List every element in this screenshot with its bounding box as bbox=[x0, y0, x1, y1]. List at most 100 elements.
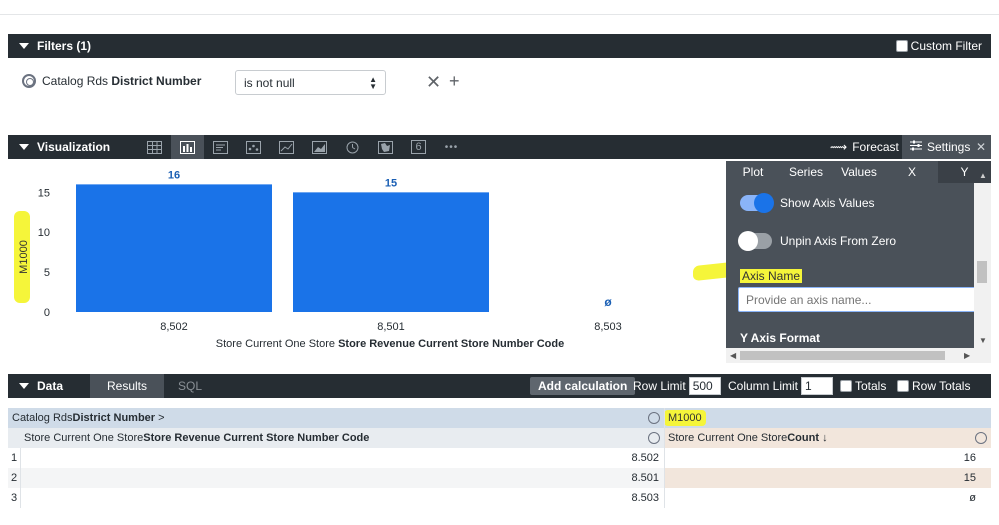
filter-operator-value: is not null bbox=[244, 76, 295, 90]
row-limit-control: Row Limit bbox=[633, 374, 721, 398]
table-row: 3 8.503 ø bbox=[8, 488, 991, 508]
scroll-left-icon[interactable]: ◀ bbox=[730, 351, 736, 360]
dimension-header[interactable]: Store Current One Store Store Revenue Cu… bbox=[24, 428, 369, 448]
pivot-prefix: Catalog Rds bbox=[12, 412, 73, 424]
measure-header[interactable]: Store Current One Store Count ↓ bbox=[668, 428, 828, 448]
bar[interactable] bbox=[293, 192, 489, 312]
list-icon[interactable] bbox=[204, 135, 237, 159]
filter-row: Catalog Rds District Number bbox=[22, 74, 201, 88]
tab-results[interactable]: Results bbox=[90, 374, 164, 398]
visualization-title: Visualization bbox=[37, 140, 111, 154]
pivot-name: District Number bbox=[72, 412, 156, 424]
table-row: 1 8.502 16 bbox=[8, 448, 991, 468]
select-arrows-icon: ▲ ▼ bbox=[369, 75, 377, 91]
area-chart-icon[interactable] bbox=[303, 135, 336, 159]
map-icon[interactable] bbox=[369, 135, 402, 159]
measure-cell-bg bbox=[664, 468, 991, 488]
gear-icon[interactable] bbox=[22, 74, 36, 88]
tab-x[interactable]: X bbox=[886, 161, 938, 183]
show-axis-values-toggle[interactable] bbox=[740, 193, 774, 213]
dimension-name: Store Revenue Current Store Number Code bbox=[143, 432, 370, 444]
table-row: 2 8.501 15 bbox=[8, 468, 991, 488]
single-value-glyph: 6 bbox=[411, 140, 426, 154]
bar-series bbox=[76, 184, 489, 312]
row-totals-checkbox[interactable] bbox=[897, 380, 909, 392]
gear-icon[interactable] bbox=[975, 432, 987, 444]
tab-plot[interactable]: Plot bbox=[726, 161, 780, 183]
row-limit-input[interactable] bbox=[688, 377, 721, 395]
store-code-cell: 8.501 bbox=[631, 472, 659, 484]
x-tick-label: 8,502 bbox=[160, 321, 188, 333]
row-number: 3 bbox=[11, 492, 18, 504]
column-limit-input[interactable] bbox=[801, 377, 834, 395]
forecast-icon: ⟿ bbox=[830, 140, 848, 154]
y-tick-label: 10 bbox=[38, 227, 50, 239]
tab-sql[interactable]: SQL bbox=[168, 374, 212, 398]
settings-tab[interactable]: Settings ✕ bbox=[902, 135, 991, 159]
custom-filter-toggle[interactable]: Custom Filter bbox=[895, 39, 982, 53]
totals-control[interactable]: Totals bbox=[840, 374, 886, 398]
close-icon[interactable]: ✕ bbox=[976, 140, 986, 154]
add-calculation-button[interactable]: Add calculation bbox=[530, 377, 636, 395]
caret-down-icon[interactable] bbox=[19, 43, 29, 49]
settings-panel-tabs: Plot Series Values X Y bbox=[726, 161, 991, 183]
pivot-header-label[interactable]: Catalog Rds District Number > bbox=[12, 408, 165, 428]
sliders-icon bbox=[910, 140, 922, 154]
filters-header[interactable]: Filters (1) Custom Filter bbox=[8, 34, 991, 58]
scrollbar-thumb[interactable] bbox=[740, 351, 945, 360]
bar[interactable] bbox=[76, 184, 272, 312]
y-tick-label: 0 bbox=[44, 307, 50, 319]
remove-filter-icon[interactable]: ✕ bbox=[426, 73, 441, 91]
caret-down-icon[interactable] bbox=[19, 383, 29, 389]
gear-icon[interactable] bbox=[648, 412, 660, 424]
table-icon[interactable] bbox=[138, 135, 171, 159]
data-header[interactable]: Data Results SQL Add calculation Row Lim… bbox=[8, 374, 991, 398]
column-divider bbox=[664, 408, 665, 508]
clock-icon[interactable] bbox=[336, 135, 369, 159]
pivot-header-row: Catalog Rds District Number > M1000 bbox=[8, 408, 991, 428]
column-limit-label: Column Limit bbox=[728, 379, 799, 393]
axis-name-label: Axis Name bbox=[740, 269, 803, 283]
single-value-icon[interactable]: 6 bbox=[402, 135, 435, 159]
x-axis-label-prefix: Store Current One Store bbox=[216, 338, 338, 350]
row-totals-control[interactable]: Row Totals bbox=[897, 374, 970, 398]
forecast-button[interactable]: ⟿ Forecast bbox=[824, 135, 905, 159]
bar-chart-icon[interactable] bbox=[171, 135, 204, 159]
gear-icon[interactable] bbox=[648, 432, 660, 444]
scrollbar-thumb[interactable] bbox=[977, 261, 987, 283]
visualization-header[interactable]: Visualization 6 ••• ⟿ Forecast Settings … bbox=[8, 135, 991, 159]
filters-title: Filters (1) bbox=[37, 39, 92, 53]
pivot-value: M1000 bbox=[664, 410, 706, 426]
data-title: Data bbox=[37, 379, 64, 393]
count-cell: ø bbox=[969, 492, 976, 504]
filter-operator-select[interactable]: is not null ▲ ▼ bbox=[235, 70, 386, 95]
top-divider bbox=[0, 14, 999, 15]
row-number-divider bbox=[20, 448, 21, 508]
caret-down-icon[interactable] bbox=[19, 144, 29, 150]
settings-vertical-scrollbar[interactable]: ▲ ▼ bbox=[974, 171, 991, 348]
totals-checkbox[interactable] bbox=[840, 380, 852, 392]
x-tick-label: 8,503 bbox=[594, 321, 622, 333]
scatter-icon[interactable] bbox=[237, 135, 270, 159]
totals-label: Totals bbox=[855, 379, 887, 393]
chevron-right-icon: > bbox=[158, 412, 165, 424]
data-label: ø bbox=[604, 295, 612, 309]
settings-horizontal-scrollbar[interactable]: ◀ ▶ bbox=[726, 348, 991, 363]
unpin-axis-toggle[interactable] bbox=[738, 231, 772, 251]
scroll-right-icon[interactable]: ▶ bbox=[964, 351, 970, 360]
scroll-down-icon[interactable]: ▼ bbox=[979, 336, 987, 345]
custom-filter-checkbox[interactable] bbox=[895, 40, 908, 52]
show-axis-values-label: Show Axis Values bbox=[780, 196, 875, 210]
tab-series[interactable]: Series bbox=[780, 161, 832, 183]
tab-values[interactable]: Values bbox=[832, 161, 886, 183]
count-cell: 16 bbox=[963, 452, 976, 464]
add-filter-icon[interactable]: + bbox=[449, 72, 460, 90]
axis-name-input[interactable] bbox=[738, 287, 978, 312]
measure-prefix: Store Current One Store bbox=[668, 432, 788, 444]
settings-panel: Plot Series Values X Y Show Axis Values … bbox=[726, 161, 991, 363]
measure-name: Count bbox=[787, 432, 819, 444]
scroll-up-icon[interactable]: ▲ bbox=[979, 171, 987, 180]
row-totals-label: Row Totals bbox=[912, 379, 971, 393]
more-icon[interactable]: ••• bbox=[435, 135, 468, 159]
line-chart-icon[interactable] bbox=[270, 135, 303, 159]
